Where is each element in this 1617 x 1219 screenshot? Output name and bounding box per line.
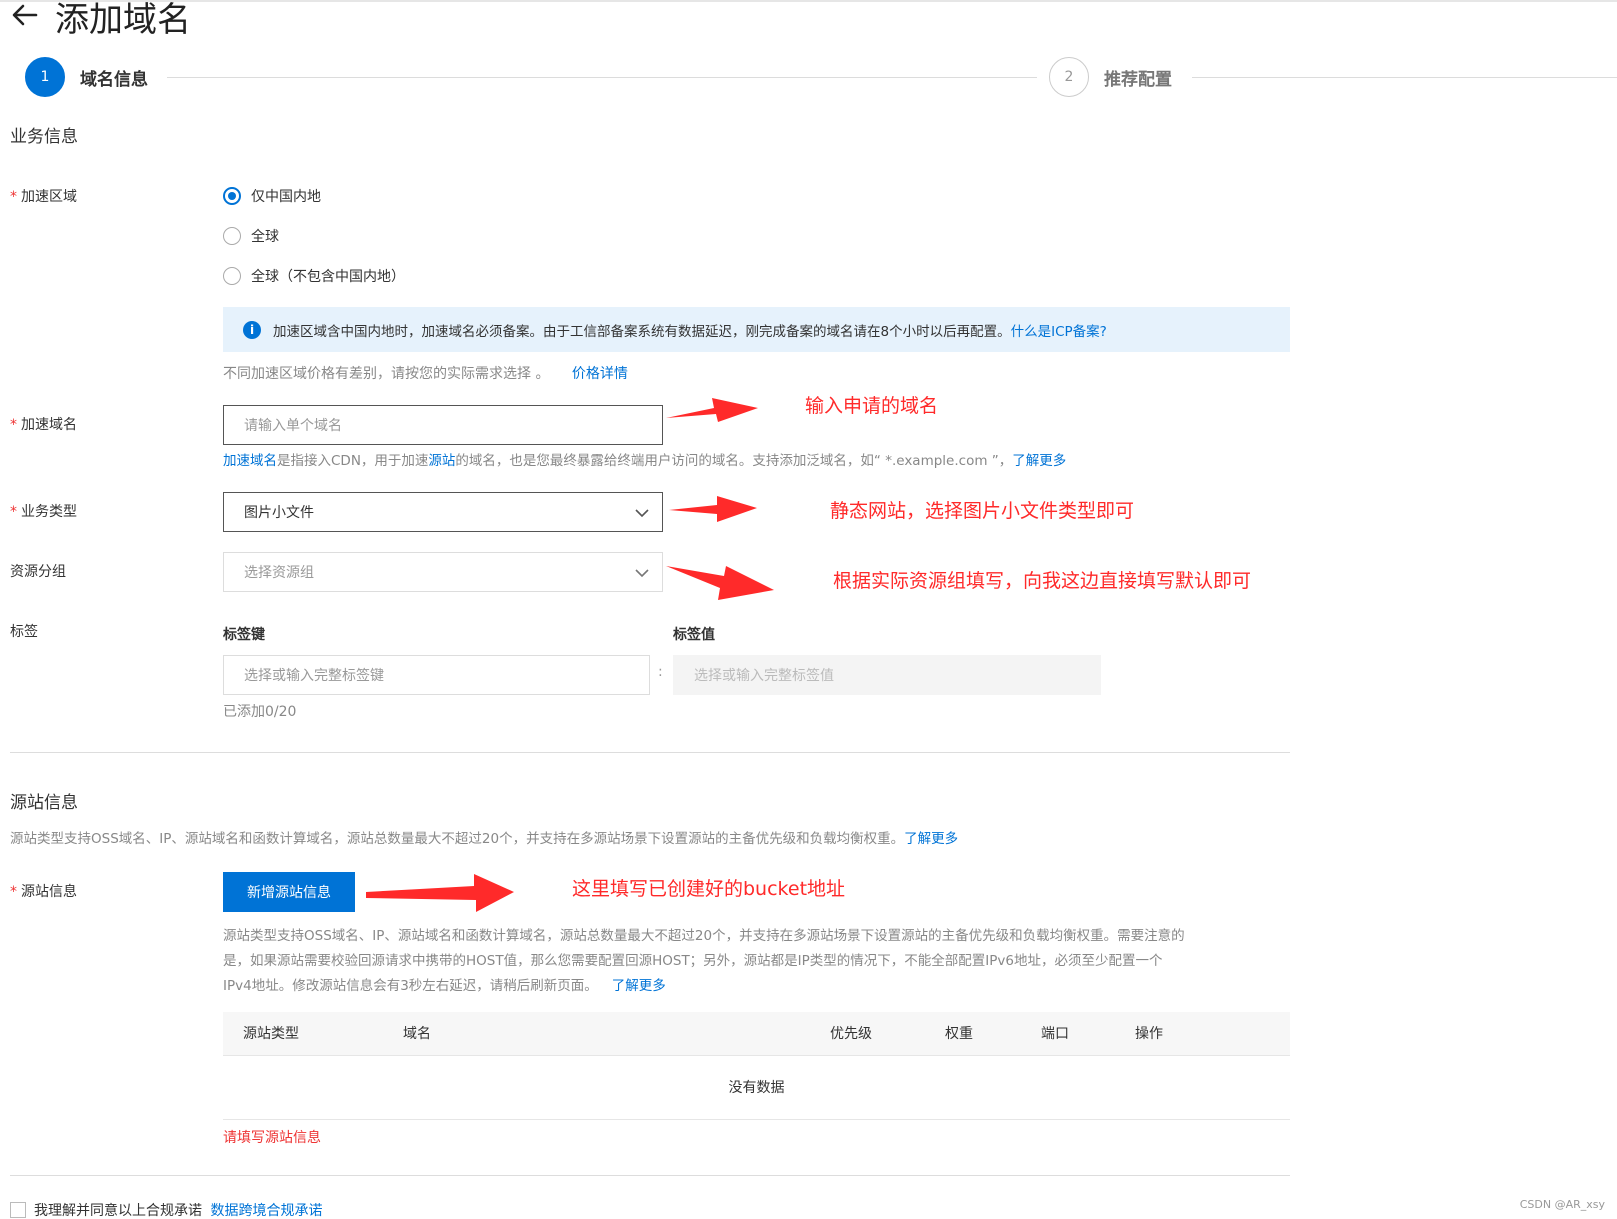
tag-separator: : <box>658 664 663 680</box>
price-detail-link[interactable]: 价格详情 <box>572 366 628 382</box>
origin-field-label: * 源站信息 <box>10 882 77 902</box>
chevron-down-icon <box>635 569 649 578</box>
required-mark: * <box>10 417 17 433</box>
radio-unchecked[interactable] <box>223 227 241 245</box>
page-title: 添加域名 <box>55 0 191 40</box>
chevron-down-icon <box>635 509 649 518</box>
origin-section-title: 源站信息 <box>10 793 78 813</box>
tag-value-label: 标签值 <box>673 627 715 643</box>
column-header: 域名 <box>403 1026 431 1042</box>
column-header: 优先级 <box>830 1026 872 1042</box>
resource-group-select[interactable]: 选择资源组 <box>223 552 663 592</box>
business-section-title: 业务信息 <box>10 127 78 147</box>
region-label-text: 加速区域 <box>21 189 77 205</box>
icp-notice-text: 加速区域含中国内地时，加速域名必须备案。由于工信部备案系统有数据延迟，刚完成备案… <box>273 323 1011 340</box>
business-type-label: * 业务类型 <box>10 502 77 522</box>
step-connector-tail <box>1192 77 1617 78</box>
region-option-global-excl[interactable]: 全球（不包含中国内地） <box>223 265 405 287</box>
section-divider <box>10 1175 1290 1176</box>
agreement-text-label: 我理解并同意以上合规承诺 <box>34 1203 202 1219</box>
radio-unchecked[interactable] <box>223 267 241 285</box>
required-mark: * <box>10 504 17 520</box>
tag-count: 已添加0/20 <box>223 704 297 720</box>
annotation-text: 静态网站，选择图片小文件类型即可 <box>830 500 1135 522</box>
column-header: 操作 <box>1135 1026 1163 1042</box>
annotation-arrow <box>366 874 514 912</box>
origin-help-line-3: IPv4地址。修改源站信息会有3秒左右延迟，请稍后刷新页面。 <box>223 978 598 994</box>
tag-value-placeholder: 选择或输入完整标签值 <box>694 668 834 684</box>
region-option-label: 全球 <box>251 229 279 245</box>
annotation-arrow <box>669 496 757 522</box>
annotation-arrow <box>666 398 758 422</box>
column-header: 源站类型 <box>243 1026 299 1042</box>
step-2-label: 推荐配置 <box>1104 70 1172 90</box>
tag-key-label: 标签键 <box>223 627 265 643</box>
tag-key-placeholder: 选择或输入完整标签键 <box>244 668 384 684</box>
region-option-label: 仅中国内地 <box>251 189 321 205</box>
domain-help: 加速域名是指接入CDN，用于加速源站的域名，也是您最终暴露给终端用户访问的域名。… <box>223 451 1066 471</box>
business-type-value: 图片小文件 <box>244 505 314 521</box>
info-icon: i <box>243 320 261 339</box>
domain-help-link[interactable]: 加速域名 <box>223 453 277 469</box>
agreement-text: 我理解并同意以上合规承诺 数据跨境合规承诺 <box>34 1200 322 1219</box>
icp-link[interactable]: 什么是ICP备案? <box>1011 320 1107 340</box>
origin-field-label-text: 源站信息 <box>21 884 77 900</box>
watermark: CSDN @AR_xsy <box>1519 1198 1605 1211</box>
tags-label: 标签 <box>10 624 38 640</box>
agreement-link[interactable]: 数据跨境合规承诺 <box>210 1203 322 1219</box>
arrow-left-icon[interactable] <box>10 2 40 28</box>
region-option-global[interactable]: 全球 <box>223 225 279 247</box>
price-hint: 不同加速区域价格有差别，请按您的实际需求选择 。 价格详情 <box>223 364 628 384</box>
domain-input[interactable]: 请输入单个域名 <box>223 405 663 445</box>
region-option-mainland[interactable]: 仅中国内地 <box>223 185 321 207</box>
section-divider <box>10 752 1290 753</box>
domain-input-placeholder: 请输入单个域名 <box>244 418 342 434</box>
origin-desc: 源站类型支持OSS域名、IP、源站域名和函数计算域名，源站总数量最大不超过20个… <box>10 829 958 849</box>
tag-key-input[interactable]: 选择或输入完整标签键 <box>223 655 650 695</box>
origin-help-learn-more-link[interactable]: 了解更多 <box>612 978 666 994</box>
add-origin-button[interactable]: 新增源站信息 <box>223 872 355 912</box>
origin-help-line: IPv4地址。修改源站信息会有3秒左右延迟，请稍后刷新页面。 了解更多 <box>223 974 1290 999</box>
origin-help-line: 源站类型支持OSS域名、IP、源站域名和函数计算域名，源站总数量最大不超过20个… <box>223 928 1185 944</box>
agreement-checkbox[interactable] <box>10 1202 26 1218</box>
business-type-label-text: 业务类型 <box>21 504 77 520</box>
step-1-circle: 1 <box>25 57 65 97</box>
step-2-circle: 2 <box>1049 57 1089 97</box>
resource-group-label: 资源分组 <box>10 564 66 580</box>
resource-group-placeholder: 选择资源组 <box>244 565 314 581</box>
icp-notice: i 加速区域含中国内地时，加速域名必须备案。由于工信部备案系统有数据延迟，刚完成… <box>223 307 1290 352</box>
origin-error: 请填写源站信息 <box>223 1130 321 1146</box>
business-type-select[interactable]: 图片小文件 <box>223 492 663 532</box>
origin-table-empty: 没有数据 <box>223 1056 1290 1120</box>
step-connector <box>167 77 1037 78</box>
domain-help-text: 是指接入CDN，用于加速 <box>277 453 429 469</box>
domain-label-text: 加速域名 <box>21 417 77 433</box>
origin-learn-more-link[interactable]: 了解更多 <box>904 831 958 847</box>
annotation-arrow <box>666 566 774 600</box>
column-header: 端口 <box>1041 1026 1069 1042</box>
domain-help-text-2: 的域名，也是您最终暴露给终端用户访问的域名。支持添加泛域名，如“ *.examp… <box>455 453 1013 469</box>
region-option-label: 全球（不包含中国内地） <box>251 269 405 285</box>
price-hint-text: 不同加速区域价格有差别，请按您的实际需求选择 。 <box>223 366 550 382</box>
annotation-text: 这里填写已创建好的bucket地址 <box>572 878 846 900</box>
origin-help: 源站类型支持OSS域名、IP、源站域名和函数计算域名，源站总数量最大不超过20个… <box>223 924 1290 999</box>
step-1-label: 域名信息 <box>80 70 148 90</box>
region-label: * 加速区域 <box>10 187 77 207</box>
radio-checked[interactable] <box>223 187 241 205</box>
origin-desc-text: 源站类型支持OSS域名、IP、源站域名和函数计算域名，源站总数量最大不超过20个… <box>10 831 905 847</box>
column-header: 权重 <box>945 1026 973 1042</box>
origin-help-link[interactable]: 源站 <box>428 453 455 469</box>
annotation-text: 输入申请的域名 <box>805 395 939 417</box>
learn-more-link[interactable]: 了解更多 <box>1012 453 1066 469</box>
origin-table-header: 源站类型 域名 优先级 权重 端口 操作 <box>223 1012 1290 1056</box>
origin-help-line: 是，如果源站需要校验回源请求中携带的HOST值，那么您需要配置回源HOST；另外… <box>223 953 1163 969</box>
required-mark: * <box>10 884 17 900</box>
top-border <box>0 0 1617 2</box>
required-mark: * <box>10 189 17 205</box>
domain-label: * 加速域名 <box>10 415 77 435</box>
tag-value-input[interactable]: 选择或输入完整标签值 <box>673 655 1101 695</box>
annotation-text: 根据实际资源组填写，向我这边直接填写默认即可 <box>833 570 1252 592</box>
